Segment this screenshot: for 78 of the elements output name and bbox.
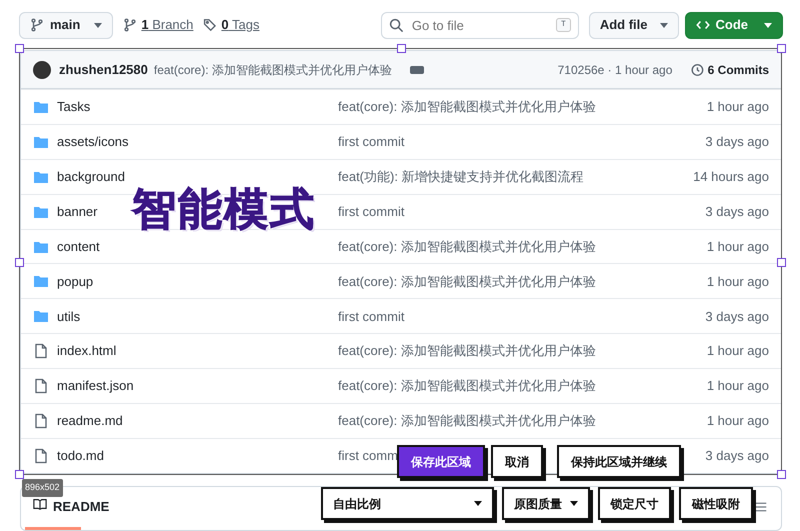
file-name[interactable]: popup [57, 272, 94, 292]
readme-tab[interactable]: README [53, 496, 110, 516]
file-name[interactable]: readme.md [57, 411, 123, 431]
commit-message[interactable]: first comm [338, 446, 398, 466]
commit-message[interactable]: feat(core): 添加智能截图模式并优化用户体验 [338, 411, 596, 431]
file-name[interactable]: banner [57, 202, 98, 222]
option-button[interactable]: 自由比例 [321, 487, 494, 520]
file-name[interactable]: content [57, 236, 100, 256]
avatar-icon [33, 60, 51, 78]
tag-icon [203, 18, 218, 32]
file-name[interactable]: manifest.json [57, 376, 134, 396]
file-icon [33, 378, 49, 394]
folder-icon [33, 308, 49, 324]
commit-time: 1 hour ago [706, 377, 769, 396]
branch-button[interactable]: main [19, 12, 114, 38]
resize-handle[interactable] [397, 44, 406, 53]
caret-icon [474, 501, 482, 506]
code-button[interactable]: Code [684, 12, 783, 38]
commit-author[interactable]: zhushen12580 [59, 60, 148, 80]
commit-time: 1 hour ago [706, 98, 769, 116]
commit-time: 1 hour ago [706, 238, 769, 256]
commit-message[interactable]: feat(功能): 新增快捷键支持并优化截图流程 [338, 166, 584, 186]
code-icon [696, 18, 710, 32]
commit-message[interactable]: feat(core): 添加智能截图模式并优化用户体验 [338, 376, 596, 396]
commit-time: 3 days ago [705, 308, 769, 326]
commit-message[interactable]: feat(core): 添加智能截图模式并优化用户体验 [338, 341, 596, 361]
resize-handle[interactable] [777, 258, 786, 267]
commit-message[interactable]: feat(core): 添加智能截图模式并优化用户体验 [338, 272, 596, 292]
commit-message[interactable]: feat(core): 添加智能截图模式并优化用户体验 [338, 97, 596, 117]
commit-time: 3 days ago [705, 202, 769, 221]
option-button[interactable]: 磁性吸附 [679, 487, 753, 520]
option-button[interactable]: 锁定尺寸 [598, 487, 671, 520]
file-icon [33, 448, 49, 464]
file-name[interactable]: index.html [57, 341, 116, 361]
file-icon [33, 343, 49, 360]
resize-handle[interactable] [15, 470, 24, 479]
commit-time: 3 days ago [705, 447, 769, 466]
file-name[interactable]: assets/icons [57, 132, 129, 152]
resize-handle[interactable] [777, 470, 786, 479]
file-name[interactable]: todo.md [57, 446, 104, 466]
commit-message[interactable]: first commit [338, 202, 404, 222]
commits-link[interactable]: 6 Commits [690, 60, 769, 78]
branch-icon [123, 18, 138, 32]
action-button[interactable]: 保存此区域 [397, 445, 485, 478]
commit-time: 1 hour ago [706, 272, 769, 291]
commit-message[interactable]: first commit [338, 306, 404, 326]
file-name[interactable]: utils [57, 306, 80, 326]
resize-handle[interactable] [15, 258, 24, 267]
branches-link[interactable]: 1 Branch [123, 15, 194, 35]
ellipsis-icon[interactable] [410, 66, 424, 74]
branch-icon [30, 18, 44, 32]
commit-time: 3 days ago [705, 133, 769, 152]
list-icon [755, 500, 767, 513]
file-name[interactable]: Tasks [57, 97, 90, 117]
tags-link[interactable]: 0 Tags [203, 15, 260, 35]
book-icon [33, 496, 47, 511]
mode-label: 智能模式 [132, 188, 316, 232]
shortcut-key: T [556, 18, 571, 32]
action-button[interactable]: 取消 [491, 445, 543, 478]
size-label: 896x502 [22, 479, 63, 496]
resize-handle[interactable] [15, 44, 24, 53]
commit-time: 1 hour ago [706, 342, 769, 360]
commit-time: 14 hours ago [693, 168, 769, 186]
add-file-button[interactable]: Add file [588, 12, 678, 38]
folder-icon [33, 273, 49, 290]
tab-underline [25, 526, 81, 530]
file-name[interactable]: background [57, 166, 125, 186]
resize-handle[interactable] [777, 44, 786, 53]
action-button[interactable]: 保持此区域并继续 [557, 445, 681, 478]
option-button[interactable]: 原图质量 [502, 487, 590, 520]
file-icon [33, 412, 49, 429]
commit-message[interactable]: feat(core): 添加智能截图模式并优化用户体验 [338, 236, 596, 256]
commit-message[interactable]: first commit [338, 132, 404, 152]
commit-message[interactable]: feat(core): 添加智能截图模式并优化用户体验 [154, 60, 392, 78]
caret-icon [570, 501, 578, 506]
history-icon [690, 62, 704, 76]
commit-time: 1 hour ago [706, 412, 769, 430]
commit-hash-time: 710256e · 1 hour ago [558, 62, 672, 78]
